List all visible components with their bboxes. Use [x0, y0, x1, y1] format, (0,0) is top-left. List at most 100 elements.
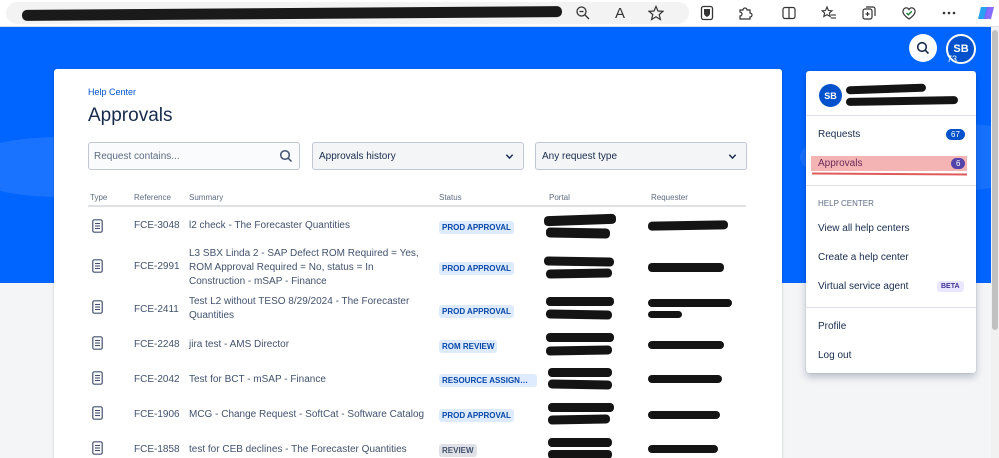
redacted-requester — [648, 445, 718, 453]
reference-link[interactable]: FCE-2042 — [134, 374, 180, 385]
redacted-requester — [648, 299, 732, 307]
select-value: Approvals history — [319, 150, 396, 162]
more-icon[interactable] — [939, 3, 959, 23]
menu-item-log-out[interactable]: Log out — [818, 350, 851, 361]
summary-link[interactable]: test for CEB declines - The Forecaster Q… — [189, 443, 439, 457]
redacted-portal — [545, 309, 613, 320]
request-type-icon — [92, 259, 103, 273]
table-row[interactable]: FCE-2411 Test L2 without TESO 8/29/2024 … — [88, 295, 746, 325]
redacted-portal — [547, 379, 613, 390]
reference-link[interactable]: FCE-1906 — [134, 409, 180, 420]
avatar: SB — [819, 84, 842, 107]
table-header: Type Reference Summary Status Portal Req… — [88, 193, 746, 207]
favorites-icon[interactable] — [819, 3, 839, 23]
redacted-portal — [548, 403, 614, 412]
request-type-icon — [92, 300, 103, 314]
help-center-heading: HELP CENTER — [818, 199, 874, 208]
redacted-user-email — [845, 96, 959, 106]
read-aloud-icon[interactable]: A — [610, 3, 630, 23]
redacted-requester — [648, 411, 720, 419]
summary-link[interactable]: L3 SBX Linda 2 - SAP Defect ROM Required… — [189, 247, 421, 289]
reference-link[interactable]: FCE-3048 — [134, 220, 180, 231]
status-badge: PROD APPROVAL — [439, 305, 514, 318]
table-row[interactable]: FCE-2042 Test for BCT - mSAP - Finance R… — [88, 367, 746, 395]
redacted-portal — [548, 368, 612, 377]
request-type-select[interactable]: Any request type — [535, 142, 747, 170]
summary-link[interactable]: l2 check - The Forecaster Quantities — [189, 219, 421, 233]
chevron-down-icon — [728, 154, 737, 160]
redacted-portal — [548, 450, 612, 458]
menu-item-approvals[interactable]: Approvals — [818, 158, 862, 169]
column-header-reference: Reference — [134, 193, 171, 202]
redacted-requester — [648, 311, 682, 318]
scrollbar-thumb[interactable] — [992, 30, 998, 330]
request-search[interactable] — [88, 142, 300, 170]
browser-toolbar: A — [0, 0, 999, 27]
status-badge: ROM REVIEW — [439, 340, 498, 353]
collections-icon[interactable] — [859, 3, 879, 23]
request-type-icon — [92, 441, 103, 455]
divider — [806, 307, 976, 308]
bitwarden-extension-icon[interactable] — [697, 3, 717, 23]
summary-link[interactable]: MCG - Change Request - SoftCat - Softwar… — [189, 408, 439, 422]
redacted-portal — [547, 414, 611, 425]
read-aloud-glyph: A — [614, 4, 625, 22]
column-header-portal: Portal — [549, 193, 570, 202]
breadcrumb[interactable]: Help Center — [88, 87, 136, 97]
status-badge: RESOURCE ASSIGNME... — [439, 374, 537, 387]
redacted-requester — [648, 375, 722, 383]
redacted-requester — [648, 263, 724, 272]
avatar-initials: SB — [824, 90, 837, 101]
summary-link[interactable]: Test for BCT - mSAP - Finance — [189, 373, 421, 387]
table-row[interactable]: FCE-2248 jira test - AMS Director ROM RE… — [88, 333, 746, 361]
column-header-type: Type — [90, 193, 108, 202]
request-type-icon — [92, 336, 103, 350]
redacted-portal — [546, 333, 614, 342]
divider — [806, 115, 976, 116]
menu-item-view-all-help-centers[interactable]: View all help centers — [818, 223, 910, 234]
redacted-portal — [548, 438, 612, 447]
status-badge: PROD APPROVAL — [439, 409, 514, 422]
requests-count-badge: 67 — [946, 129, 965, 140]
summary-link[interactable]: jira test - AMS Director — [189, 338, 421, 352]
menu-item-virtual-service-agent[interactable]: Virtual service agent — [818, 281, 908, 292]
request-type-icon — [92, 406, 103, 420]
menu-item-profile[interactable]: Profile — [818, 321, 846, 332]
reference-link[interactable]: FCE-2411 — [134, 304, 179, 315]
status-badge: PROD APPROVAL — [439, 262, 514, 275]
status-badge: REVIEW — [439, 444, 477, 457]
page-title: Approvals — [88, 105, 173, 126]
menu-item-requests[interactable]: Requests — [818, 129, 860, 140]
column-header-requester: Requester — [651, 193, 688, 202]
table-row[interactable]: FCE-2991 L3 SBX Linda 2 - SAP Defect ROM… — [88, 247, 746, 291]
redacted-portal — [545, 345, 613, 356]
copilot-icon[interactable] — [976, 3, 996, 23]
favorite-star-icon[interactable] — [646, 3, 666, 23]
redacted-portal — [545, 268, 613, 279]
redacted-url — [21, 6, 563, 21]
redacted-portal — [543, 256, 615, 267]
status-badge: PROD APPROVAL — [439, 221, 514, 234]
approvals-count-badge: 6 — [951, 158, 966, 169]
search-icon — [279, 149, 293, 163]
search-input[interactable] — [89, 143, 269, 169]
menu-item-create-help-center[interactable]: Create a help center — [818, 252, 909, 263]
redacted-portal — [545, 227, 611, 239]
redacted-portal — [543, 213, 617, 227]
browser-essentials-icon[interactable] — [899, 3, 919, 23]
reference-link[interactable]: FCE-2248 — [134, 339, 180, 350]
header-search-button[interactable] — [909, 34, 937, 62]
chevron-down-icon — [505, 154, 514, 160]
zoom-out-icon[interactable] — [573, 3, 593, 23]
approvals-history-select[interactable]: Approvals history — [312, 142, 524, 170]
split-screen-icon[interactable] — [779, 3, 799, 23]
table-row[interactable]: FCE-1906 MCG - Change Request - SoftCat … — [88, 402, 746, 430]
reference-link[interactable]: FCE-2991 — [134, 261, 180, 272]
table-row[interactable]: FCE-3048 l2 check - The Forecaster Quant… — [88, 213, 746, 243]
table-row[interactable]: FCE-1858 test for CEB declines - The For… — [88, 437, 746, 458]
extensions-icon[interactable] — [735, 3, 755, 23]
summary-link[interactable]: Test L2 without TESO 8/29/2024 - The For… — [189, 295, 421, 323]
request-type-icon — [92, 219, 103, 233]
profile-menu: SB Requests 67 Approvals 6 HELP CENTER V… — [806, 71, 976, 373]
reference-link[interactable]: FCE-1858 — [134, 444, 180, 455]
